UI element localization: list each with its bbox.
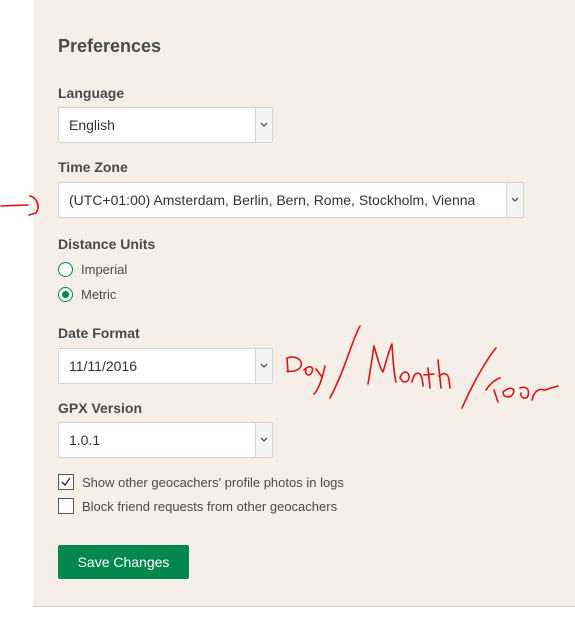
gpx-version-select[interactable]: 1.0.1 <box>58 422 273 458</box>
radio-imperial[interactable]: Imperial <box>58 262 127 277</box>
gpx-version-label: GPX Version <box>58 400 143 416</box>
time-zone-select[interactable]: (UTC+01:00) Amsterdam, Berlin, Bern, Rom… <box>58 182 524 218</box>
checkbox-show-profile-photos[interactable]: Show other geocachers' profile photos in… <box>58 474 344 490</box>
checkbox-block-friend-requests[interactable]: Block friend requests from other geocach… <box>58 498 337 514</box>
radio-label: Metric <box>81 287 117 302</box>
checkbox-checked[interactable] <box>58 474 74 490</box>
date-format-select-value: 11/11/2016 <box>69 358 137 374</box>
date-format-select[interactable]: 11/11/2016 <box>58 348 273 384</box>
radio-label: Imperial <box>81 262 128 277</box>
radio-metric[interactable]: Metric <box>58 287 116 302</box>
checkbox-label: Block friend requests from other geocach… <box>82 498 338 514</box>
checkbox-label: Show other geocachers' profile photos in… <box>82 474 344 490</box>
language-label: Language <box>58 85 125 101</box>
chevron-down-icon <box>255 423 272 457</box>
checkbox-unchecked[interactable] <box>58 498 74 514</box>
language-select[interactable]: English <box>58 107 273 143</box>
preferences-panel: Preferences Language English Time Zone (… <box>33 0 575 607</box>
radio-button[interactable] <box>58 262 73 277</box>
time-zone-select-value: (UTC+01:00) Amsterdam, Berlin, Bern, Rom… <box>69 192 476 208</box>
date-format-label: Date Format <box>58 325 140 341</box>
distance-units-label: Distance Units <box>58 236 156 252</box>
time-zone-label: Time Zone <box>58 159 128 175</box>
checkmark-icon <box>61 477 71 487</box>
save-changes-button[interactable]: Save Changes <box>58 545 189 579</box>
chevron-down-icon <box>506 183 523 217</box>
language-select-value: English <box>69 117 115 133</box>
gpx-version-select-value: 1.0.1 <box>69 432 101 448</box>
chevron-down-icon <box>255 349 272 383</box>
radio-button-selected[interactable] <box>58 287 73 302</box>
chevron-down-icon <box>255 108 272 142</box>
page-title: Preferences <box>58 36 162 56</box>
